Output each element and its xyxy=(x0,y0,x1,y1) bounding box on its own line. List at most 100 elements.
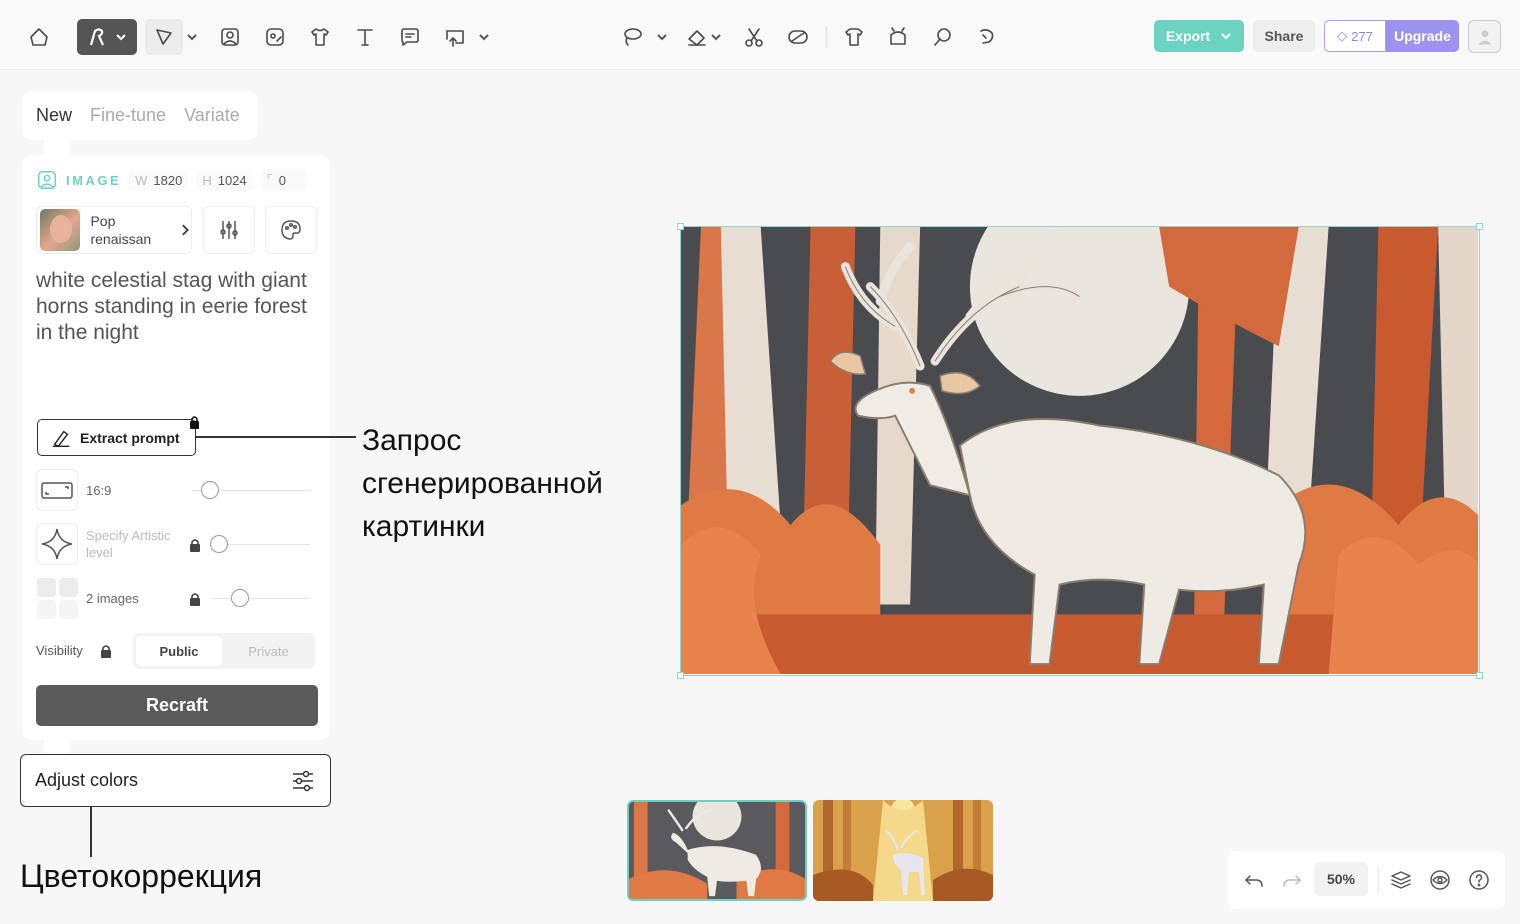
chevron-down-icon[interactable] xyxy=(656,30,668,42)
adjust-sliders-icon xyxy=(293,770,313,791)
image-tool-icon[interactable] xyxy=(213,20,247,54)
height-value: 1024 xyxy=(217,172,247,188)
panel-connector xyxy=(44,140,70,155)
settings-sliders-button[interactable] xyxy=(203,206,255,254)
upgrade-button[interactable]: Upgrade xyxy=(1386,20,1459,52)
aspect-ratio-button[interactable] xyxy=(36,469,78,511)
artistic-level-label: Specify Artistic level xyxy=(86,528,171,560)
sticker-tool-icon[interactable] xyxy=(258,20,292,54)
visibility-public-option[interactable]: Public xyxy=(136,636,222,666)
tab-fine-tune[interactable]: Fine-tune xyxy=(90,105,166,126)
chevron-down-icon[interactable] xyxy=(710,30,722,42)
panel-connector xyxy=(44,740,70,754)
style-name: Pop renaissan xyxy=(90,213,152,247)
style-selector[interactable]: Pop renaissan xyxy=(36,206,192,254)
image-count-icon[interactable] xyxy=(36,577,78,619)
prompt-input[interactable]: white celestial stag with giant horns st… xyxy=(36,268,316,346)
extract-prompt-label: Extract prompt xyxy=(80,429,180,446)
chevron-down-icon[interactable] xyxy=(478,30,490,42)
stag-thumbnail-1 xyxy=(629,802,805,899)
resize-handle[interactable] xyxy=(677,672,684,679)
height-field[interactable]: H 1024 xyxy=(196,169,253,191)
annotation-prompt-note: Запрос сгенерированной картинки xyxy=(362,424,603,543)
diamond-icon: ◇ xyxy=(1337,28,1348,43)
export-label: Export xyxy=(1165,28,1211,44)
undo-icon[interactable] xyxy=(1242,868,1266,892)
pen-icon xyxy=(52,430,70,447)
resize-handle[interactable] xyxy=(1476,223,1483,230)
creature-icon[interactable] xyxy=(881,20,915,54)
tshirt-mockup-icon[interactable] xyxy=(303,20,337,54)
avatar[interactable] xyxy=(1468,20,1501,53)
preview-eye-icon[interactable] xyxy=(1428,868,1452,892)
artistic-level-button[interactable] xyxy=(36,523,78,565)
chevron-right-icon xyxy=(181,224,189,236)
chevron-down-icon[interactable] xyxy=(186,30,198,42)
aspect-ratio-knob[interactable] xyxy=(200,481,219,499)
variant-thumbnails xyxy=(627,800,993,901)
brush-logo-icon xyxy=(89,28,105,46)
recraft-button[interactable]: Recraft xyxy=(36,685,318,726)
image-count-knob[interactable] xyxy=(231,589,249,607)
upload-image-icon[interactable] xyxy=(438,20,472,54)
artistic-level-knob[interactable] xyxy=(210,535,228,553)
text-tool-icon[interactable] xyxy=(348,20,382,54)
help-icon[interactable] xyxy=(1467,868,1491,892)
visibility-private-option[interactable]: Private xyxy=(225,636,312,666)
tab-new[interactable]: New xyxy=(36,105,72,126)
image-count-slider[interactable] xyxy=(210,598,310,599)
remove-background-icon[interactable] xyxy=(781,20,815,54)
top-toolbar: Export Share ◇ 277 Upgrade xyxy=(0,0,1520,70)
sliders-icon xyxy=(220,221,238,239)
width-value: 1820 xyxy=(153,172,183,188)
corner-radius-field[interactable]: ⌜ 0 xyxy=(260,169,307,191)
lock-icon xyxy=(101,645,111,658)
image-count-row: 2 images xyxy=(36,577,139,619)
lock-icon xyxy=(190,539,200,552)
lasso-icon[interactable] xyxy=(615,20,649,54)
user-icon xyxy=(1477,29,1492,44)
color-palette-button[interactable] xyxy=(265,206,317,254)
credits-counter[interactable]: ◇ 277 xyxy=(1324,20,1386,52)
palette-icon xyxy=(281,220,301,240)
view-controls: 50% xyxy=(1228,851,1505,909)
share-button[interactable]: Share xyxy=(1253,20,1315,52)
width-field[interactable]: W 1820 xyxy=(129,169,189,191)
lock-icon xyxy=(190,593,200,606)
redo-icon[interactable] xyxy=(1280,868,1304,892)
magic-wand-icon[interactable] xyxy=(970,20,1004,54)
extract-prompt-button[interactable]: Extract prompt xyxy=(37,419,196,456)
zoom-level[interactable]: 50% xyxy=(1314,862,1368,896)
resize-handle[interactable] xyxy=(1476,672,1483,679)
image-size-row: IMAGE W 1820 H 1024 ⌜ 0 xyxy=(36,169,307,191)
radius-value: 0 xyxy=(278,172,286,188)
adjust-colors-button[interactable]: Adjust colors xyxy=(20,754,331,807)
corner-radius-icon: ⌜ xyxy=(266,172,273,187)
annotation-line-prompt xyxy=(196,436,356,438)
export-button[interactable]: Export xyxy=(1154,20,1244,52)
aspect-ratio-label: 16:9 xyxy=(86,482,112,498)
tab-variate[interactable]: Variate xyxy=(184,105,240,126)
scissors-icon[interactable] xyxy=(737,20,771,54)
adjust-colors-label: Adjust colors xyxy=(35,770,139,790)
layers-icon[interactable] xyxy=(1389,868,1413,892)
generation-panel: IMAGE W 1820 H 1024 ⌜ 0 Pop renaissan white… xyxy=(22,155,330,740)
brush-stroke-icon[interactable] xyxy=(926,20,960,54)
annotation-line-colors xyxy=(90,807,92,857)
annotation-lock-marker xyxy=(190,416,199,429)
comment-icon[interactable] xyxy=(393,20,427,54)
thumbnail-variant-1[interactable] xyxy=(627,800,807,901)
vector-select-tool[interactable] xyxy=(145,19,183,55)
thumbnail-variant-2[interactable] xyxy=(813,800,993,901)
chevron-down-icon xyxy=(116,34,126,41)
artistic-level-row: Specify Artistic level xyxy=(36,523,172,565)
image-type-label: IMAGE xyxy=(66,172,122,188)
shirt-outline-icon[interactable] xyxy=(837,20,871,54)
home-icon[interactable] xyxy=(22,20,56,54)
generated-image[interactable] xyxy=(680,226,1480,676)
annotation-color-note: Цветокоррекция xyxy=(20,858,263,894)
resize-handle[interactable] xyxy=(677,223,684,230)
recraft-brush-tool[interactable] xyxy=(77,19,137,55)
eraser-icon[interactable] xyxy=(680,20,714,54)
credits-value: 277 xyxy=(1351,28,1373,44)
